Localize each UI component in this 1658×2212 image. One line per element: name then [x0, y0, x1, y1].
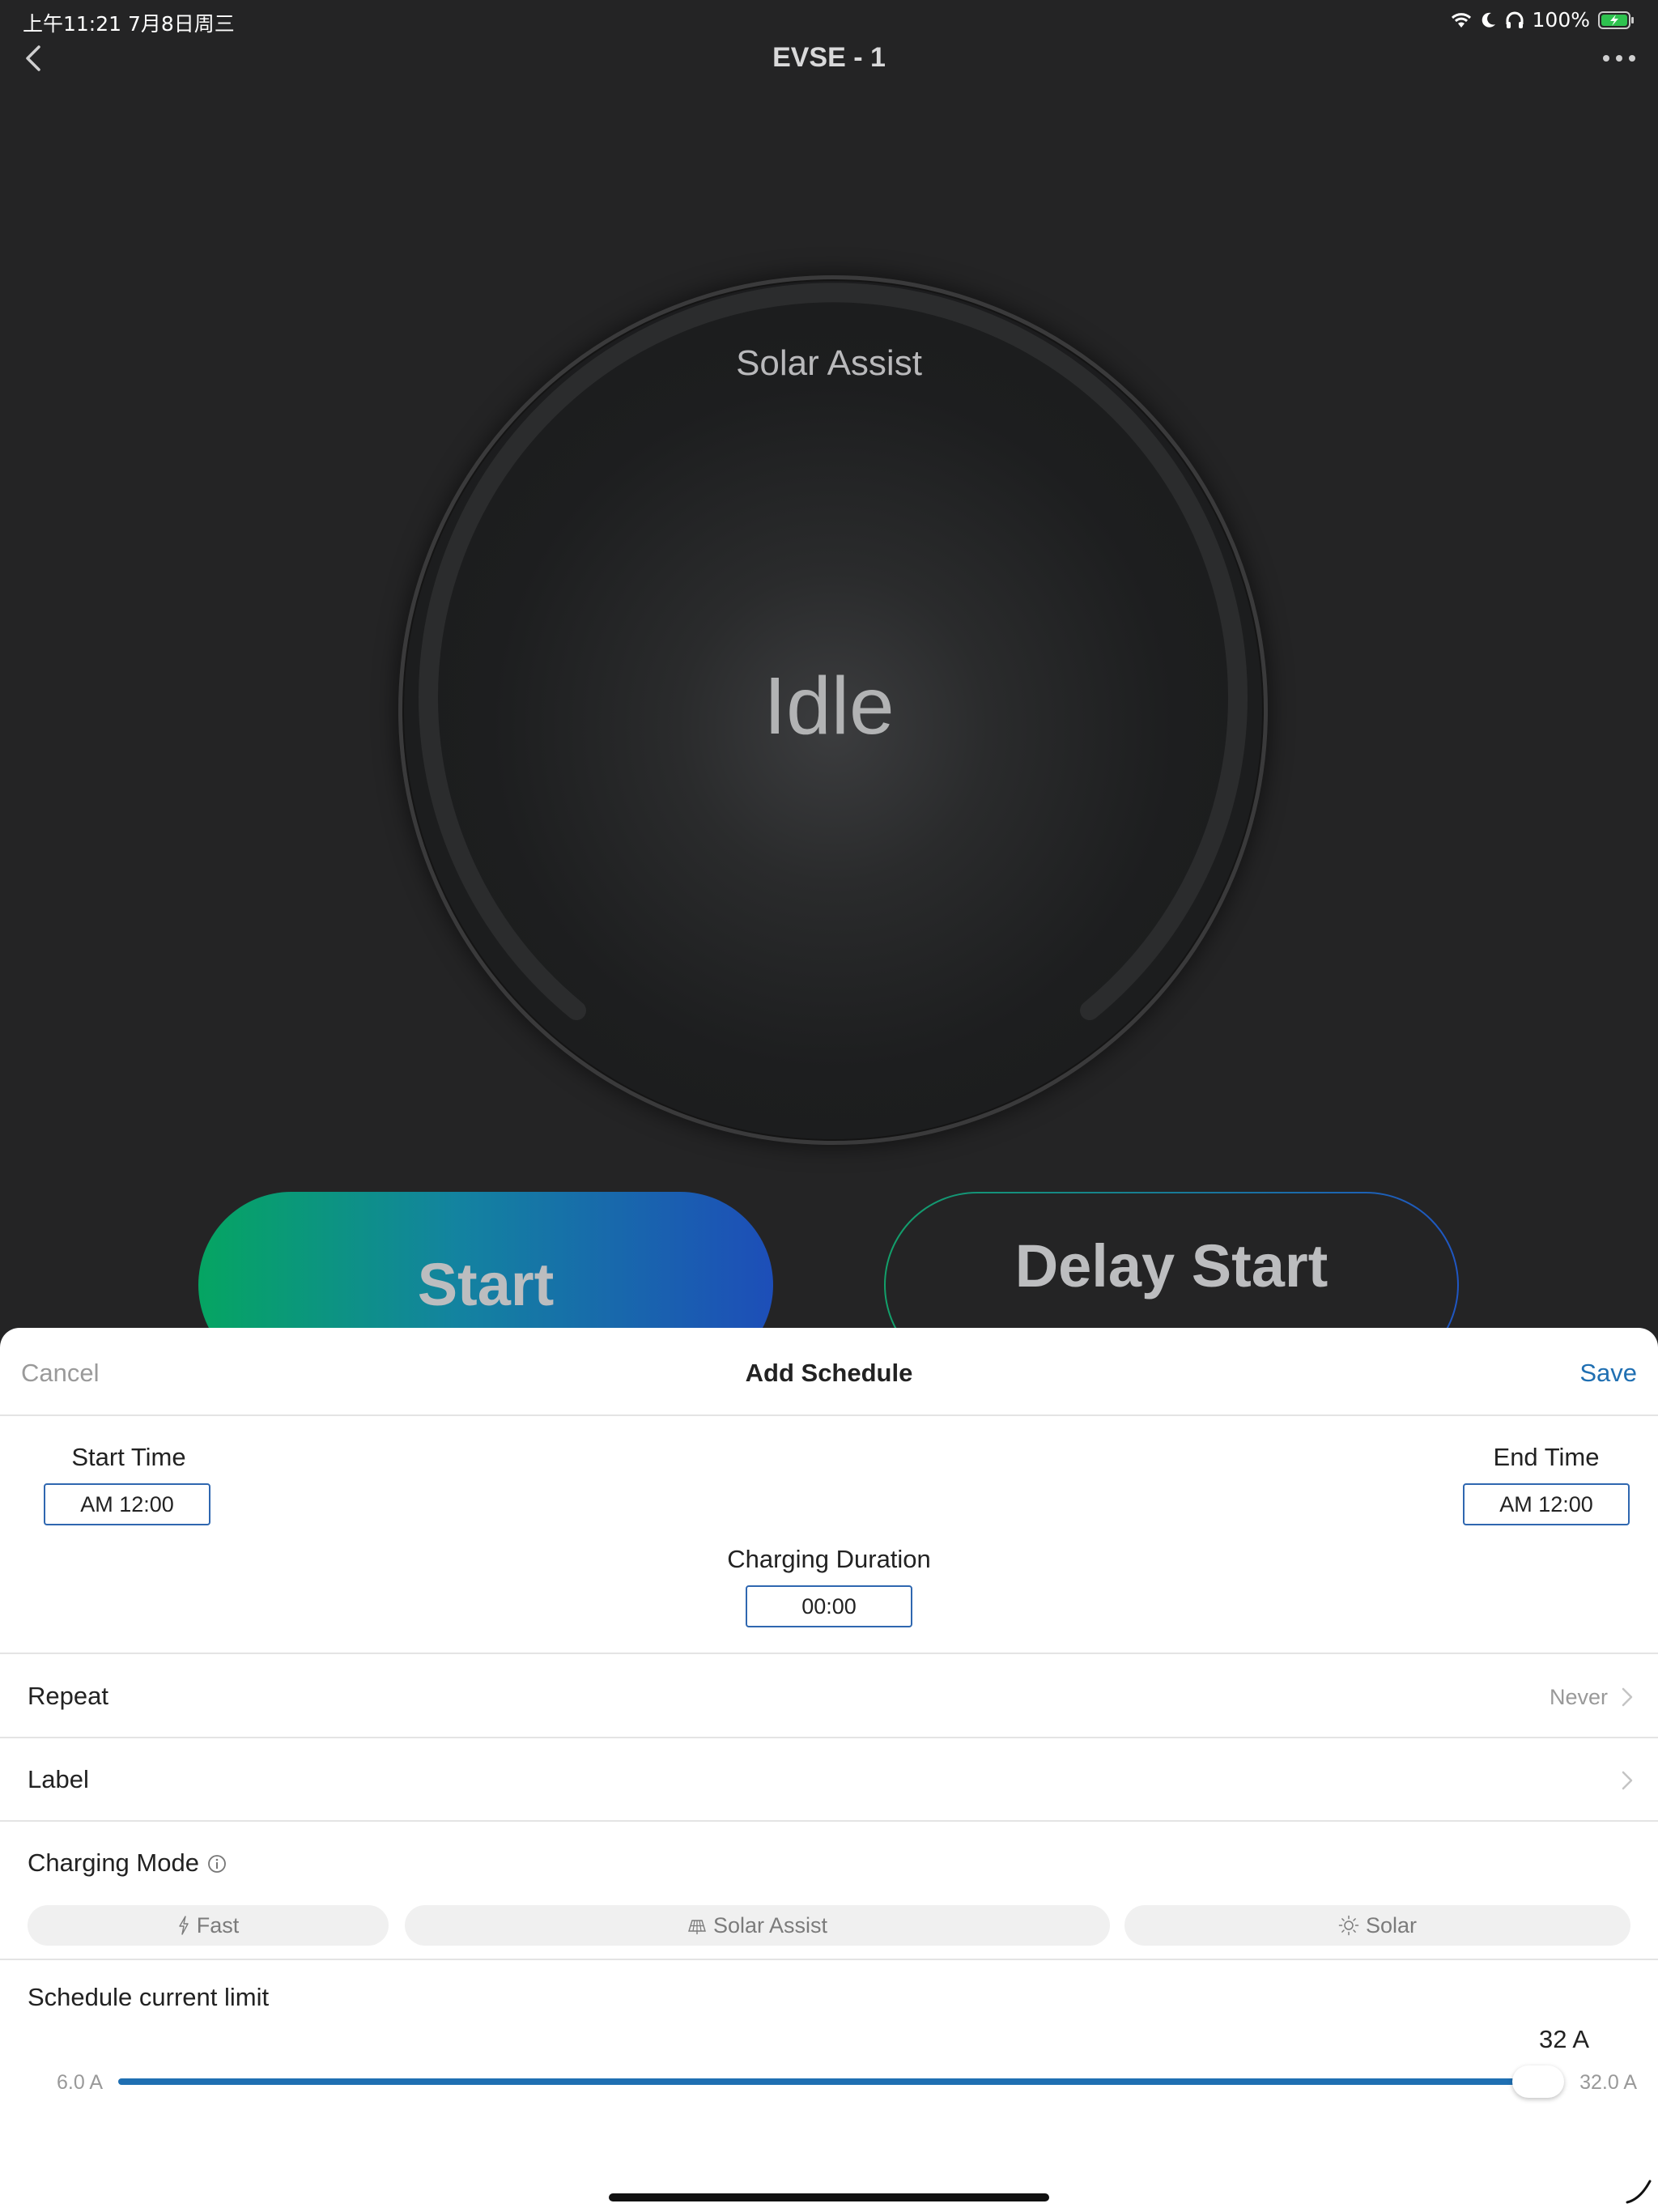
- home-indicator: [609, 2193, 1049, 2201]
- pencil-stroke-icon: [1626, 2180, 1652, 2204]
- repeat-value: Never: [1549, 1685, 1608, 1709]
- save-button[interactable]: Save: [1579, 1359, 1637, 1388]
- more-dots-icon[interactable]: [1601, 49, 1637, 68]
- sun-icon: [1338, 1915, 1359, 1936]
- slider-max-label: 32.0 A: [1579, 2071, 1637, 2094]
- bolt-icon: [179, 1916, 189, 1935]
- repeat-row[interactable]: [0, 1654, 1658, 1737]
- end-time-field[interactable]: AM 12:00: [1463, 1483, 1630, 1525]
- status-time-date: 上午11:21 7月8日周三: [23, 12, 235, 36]
- end-time-label: End Time: [1493, 1443, 1600, 1471]
- charging-duration-field[interactable]: 00:00: [746, 1585, 912, 1627]
- mode-solar-assist-pill[interactable]: Solar Assist: [405, 1905, 1110, 1946]
- slider-track[interactable]: [118, 2078, 1553, 2085]
- charging-duration-label: Charging Duration: [727, 1545, 931, 1573]
- wifi-icon: [1451, 12, 1471, 28]
- chevron-right-icon: [1622, 1771, 1633, 1790]
- mode-fast-label: Fast: [196, 1912, 240, 1938]
- solar-panel-icon: [688, 1920, 706, 1934]
- headphones-icon: [1506, 11, 1524, 28]
- slider-thumb[interactable]: [1512, 2065, 1564, 2098]
- divider: [0, 1959, 1658, 1960]
- label-label: Label: [28, 1765, 89, 1793]
- sheet-title: Add Schedule: [745, 1359, 913, 1387]
- divider: [0, 1414, 1658, 1416]
- page-title: EVSE - 1: [772, 42, 886, 73]
- start-time-label: Start Time: [71, 1443, 186, 1471]
- moon-icon: [1482, 12, 1495, 28]
- slider-value-label: 32 A: [1538, 2025, 1590, 2053]
- dial-mode-label: Solar Assist: [736, 343, 922, 383]
- battery-percent: 100%: [1532, 8, 1590, 32]
- mode-solar-assist-label: Solar Assist: [712, 1912, 828, 1938]
- chevron-right-icon: [1622, 1687, 1633, 1707]
- status-indicators: 100%: [1450, 8, 1635, 32]
- dial-state-label: Idle: [763, 661, 895, 751]
- label-row[interactable]: [0, 1738, 1658, 1819]
- start-time-field[interactable]: AM 12:00: [44, 1483, 210, 1525]
- info-icon[interactable]: [207, 1854, 227, 1874]
- slider-min-label: 6.0 A: [57, 2071, 103, 2094]
- charging-mode-label: Charging Mode: [28, 1848, 199, 1877]
- mode-fast-pill[interactable]: Fast: [28, 1905, 389, 1946]
- current-limit-label: Schedule current limit: [28, 1983, 270, 2011]
- mode-solar-label: Solar: [1365, 1912, 1418, 1938]
- divider: [0, 1820, 1658, 1822]
- repeat-label: Repeat: [28, 1682, 108, 1710]
- mode-solar-pill[interactable]: Solar: [1124, 1905, 1630, 1946]
- battery-charging-icon: [1598, 11, 1634, 29]
